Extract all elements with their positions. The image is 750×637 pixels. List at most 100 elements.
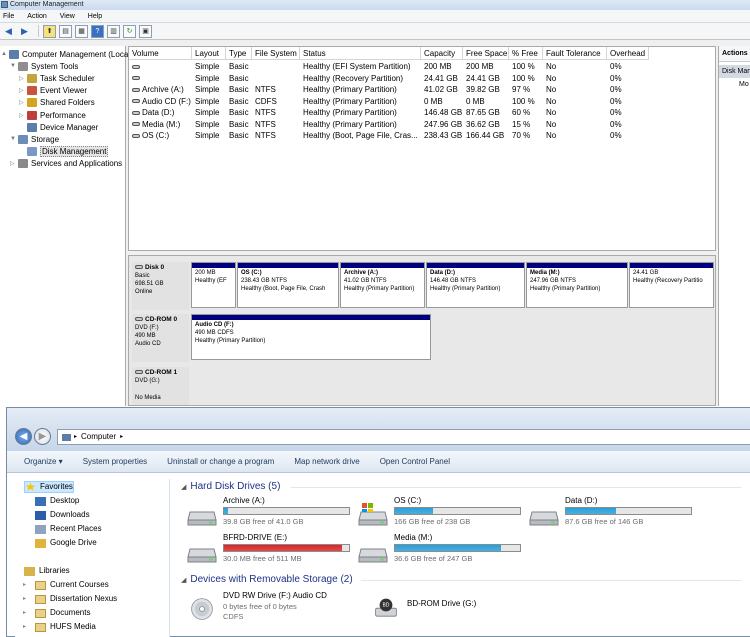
- partition-block[interactable]: Data (D:) 146.48 GB NTFS Healthy (Primary …: [426, 262, 525, 308]
- nav-library-item[interactable]: Documents: [35, 607, 90, 619]
- nav-favorite-item[interactable]: Google Drive: [35, 537, 97, 549]
- menu-view[interactable]: View: [60, 13, 75, 20]
- expand-arrow-icon[interactable]: ▸: [23, 595, 26, 602]
- partition-block[interactable]: Media (M:) 247.96 GB NTFS Healthy (Primary…: [526, 262, 628, 308]
- volume-name-cell[interactable]: [129, 61, 192, 72]
- tree-item[interactable]: Disk Management: [19, 146, 109, 158]
- help-icon[interactable]: ?: [91, 24, 104, 38]
- partition-block[interactable]: OS (C:) 238.43 GB NTFS Healthy (Boot, Page…: [237, 262, 339, 308]
- tree-item[interactable]: ▷ Event Viewer: [19, 85, 87, 97]
- uninstall-program-button[interactable]: Uninstall or change a program: [167, 457, 274, 466]
- column-header[interactable]: Capacity: [421, 47, 463, 60]
- cdrom0-label[interactable]: CD-ROM 0 DVD (F:) 490 MB Audio CD: [132, 314, 189, 362]
- system-properties-button[interactable]: System properties: [83, 457, 147, 466]
- removable-group-header[interactable]: ◢ Devices with Removable Storage (2): [181, 573, 741, 586]
- dvd-drive-item[interactable]: DVD RW Drive (F:) Audio CD 0 bytes free …: [187, 591, 357, 625]
- refresh-icon[interactable]: ↻: [123, 24, 136, 38]
- expand-arrow-icon[interactable]: ▸: [23, 623, 26, 630]
- tree-item[interactable]: ▷ Task Scheduler: [19, 72, 95, 84]
- nav-libraries[interactable]: Libraries: [24, 565, 70, 577]
- tree-item[interactable]: Device Manager: [19, 121, 98, 133]
- collapse-triangle-icon[interactable]: ◢: [181, 576, 186, 584]
- export-list-icon[interactable]: ▣: [139, 24, 152, 38]
- volume-name-cell[interactable]: Data (D:): [129, 107, 192, 118]
- column-header[interactable]: Type: [226, 47, 252, 60]
- tree-item[interactable]: ▼ System Tools: [10, 60, 78, 72]
- nav-favorite-item[interactable]: Desktop: [35, 495, 79, 507]
- column-header[interactable]: % Free: [509, 47, 543, 60]
- column-header[interactable]: File System: [252, 47, 300, 60]
- menu-help[interactable]: Help: [88, 13, 102, 20]
- breadcrumb-chevron-icon[interactable]: ▸: [74, 430, 77, 444]
- up-folder-icon[interactable]: ⬆: [43, 24, 56, 38]
- disk0-label[interactable]: Disk 0 Basic 698.51 GB Online: [132, 262, 189, 310]
- column-header[interactable]: Free Space: [463, 47, 509, 60]
- expand-arrow-icon[interactable]: ▷: [19, 87, 27, 94]
- breadcrumb-chevron-icon[interactable]: ▸: [120, 430, 123, 444]
- volume-name-cell[interactable]: [129, 73, 192, 84]
- menu-file[interactable]: File: [3, 13, 14, 20]
- partition-block[interactable]: 200 MB Healthy (EF: [191, 262, 236, 308]
- forward-button[interactable]: ▶: [34, 428, 51, 445]
- expand-arrow-icon[interactable]: ▸: [23, 581, 26, 588]
- tree-item[interactable]: ▼ Storage: [10, 133, 59, 145]
- breadcrumb-computer[interactable]: Computer: [81, 430, 116, 444]
- tree-item[interactable]: ▲ Computer Management (Local: [1, 48, 130, 60]
- organize-button[interactable]: Organize ▾: [24, 457, 63, 466]
- bd-drive-item[interactable]: BD BD-ROM Drive (G:): [371, 591, 541, 625]
- nav-library-item[interactable]: Dissertation Nexus: [35, 593, 117, 605]
- map-network-drive-button[interactable]: Map network drive: [294, 457, 359, 466]
- tree-item[interactable]: ▷ Performance: [19, 109, 86, 121]
- expand-arrow-icon[interactable]: ▷: [19, 75, 27, 82]
- nav-item-label: HUFS Media: [50, 622, 96, 631]
- forward-arrow-icon[interactable]: ▶: [18, 25, 31, 38]
- nav-library-item[interactable]: Current Courses: [35, 579, 109, 591]
- column-header[interactable]: Overhead: [607, 47, 649, 60]
- menu-action[interactable]: Action: [27, 13, 46, 20]
- partition-block[interactable]: Archive (A:) 41.02 GB NTFS Healthy (Primar…: [340, 262, 425, 308]
- column-header[interactable]: Fault Tolerance: [543, 47, 607, 60]
- table-cell: No: [546, 131, 557, 140]
- address-bar[interactable]: ▸ Computer ▸: [57, 429, 750, 445]
- column-header[interactable]: Volume: [129, 47, 192, 60]
- drive-item[interactable]: Data (D:) 87.6 GB free of 146 GB: [529, 496, 699, 530]
- expand-arrow-icon[interactable]: ▷: [10, 160, 18, 167]
- column-header[interactable]: Status: [300, 47, 421, 60]
- expand-arrow-icon[interactable]: ▼: [10, 63, 18, 69]
- expand-arrow-icon[interactable]: ▷: [19, 112, 27, 119]
- expand-arrow-icon[interactable]: ▲: [1, 51, 9, 57]
- actions-more[interactable]: Mo: [719, 78, 750, 91]
- partition-block[interactable]: 24.41 GB Healthy (Recovery Partitio: [629, 262, 714, 308]
- table-cell: 100 %: [512, 62, 535, 71]
- properties-icon[interactable]: ▦: [75, 24, 88, 38]
- drive-item[interactable]: Media (M:) 36.6 GB free of 247 GB: [358, 533, 528, 567]
- show-hide-tree-icon[interactable]: ▤: [59, 24, 72, 38]
- back-arrow-icon[interactable]: ◀: [2, 25, 15, 38]
- actions-section-disk-management[interactable]: Disk Mana: [719, 65, 750, 78]
- nav-favorite-item[interactable]: Downloads: [35, 509, 90, 521]
- expand-arrow-icon[interactable]: ▸: [23, 609, 26, 616]
- nav-favorite-item[interactable]: Recent Places: [35, 523, 102, 535]
- nav-favorites[interactable]: Favorites: [24, 481, 74, 493]
- expand-arrow-icon[interactable]: ▷: [19, 99, 27, 106]
- volume-name-cell[interactable]: Archive (A:): [129, 84, 192, 95]
- drive-item[interactable]: OS (C:) 166 GB free of 238 GB: [358, 496, 528, 530]
- column-header[interactable]: Layout: [192, 47, 226, 60]
- open-control-panel-button[interactable]: Open Control Panel: [380, 457, 450, 466]
- cdrom1-label[interactable]: CD-ROM 1 DVD (G:) No Media: [132, 367, 189, 405]
- volume-name-cell[interactable]: OS (C:): [129, 130, 192, 141]
- volume-name-cell[interactable]: Media (M:): [129, 119, 192, 130]
- drive-item[interactable]: BFRD-DRIVE (E:) 30.0 MB free of 511 MB: [187, 533, 357, 567]
- cd-partition[interactable]: Audio CD (F:) 490 MB CDFS Healthy (Prima…: [191, 314, 431, 360]
- hdd-group-header[interactable]: ◢ Hard Disk Drives (5): [181, 480, 741, 493]
- tree-item[interactable]: ▷ Services and Applications: [10, 158, 122, 170]
- collapse-triangle-icon[interactable]: ◢: [181, 483, 186, 491]
- nav-library-item[interactable]: HUFS Media: [35, 621, 96, 633]
- partition-size: 146.48 GB NTFS: [430, 278, 477, 284]
- drive-item[interactable]: Archive (A:) 39.8 GB free of 41.0 GB: [187, 496, 357, 530]
- volume-name-cell[interactable]: Audio CD (F:): [129, 96, 192, 107]
- tree-item[interactable]: ▷ Shared Folders: [19, 97, 95, 109]
- show-action-pane-icon[interactable]: ▥: [107, 24, 120, 38]
- expand-arrow-icon[interactable]: ▼: [10, 136, 18, 142]
- back-button[interactable]: ◀: [15, 428, 32, 445]
